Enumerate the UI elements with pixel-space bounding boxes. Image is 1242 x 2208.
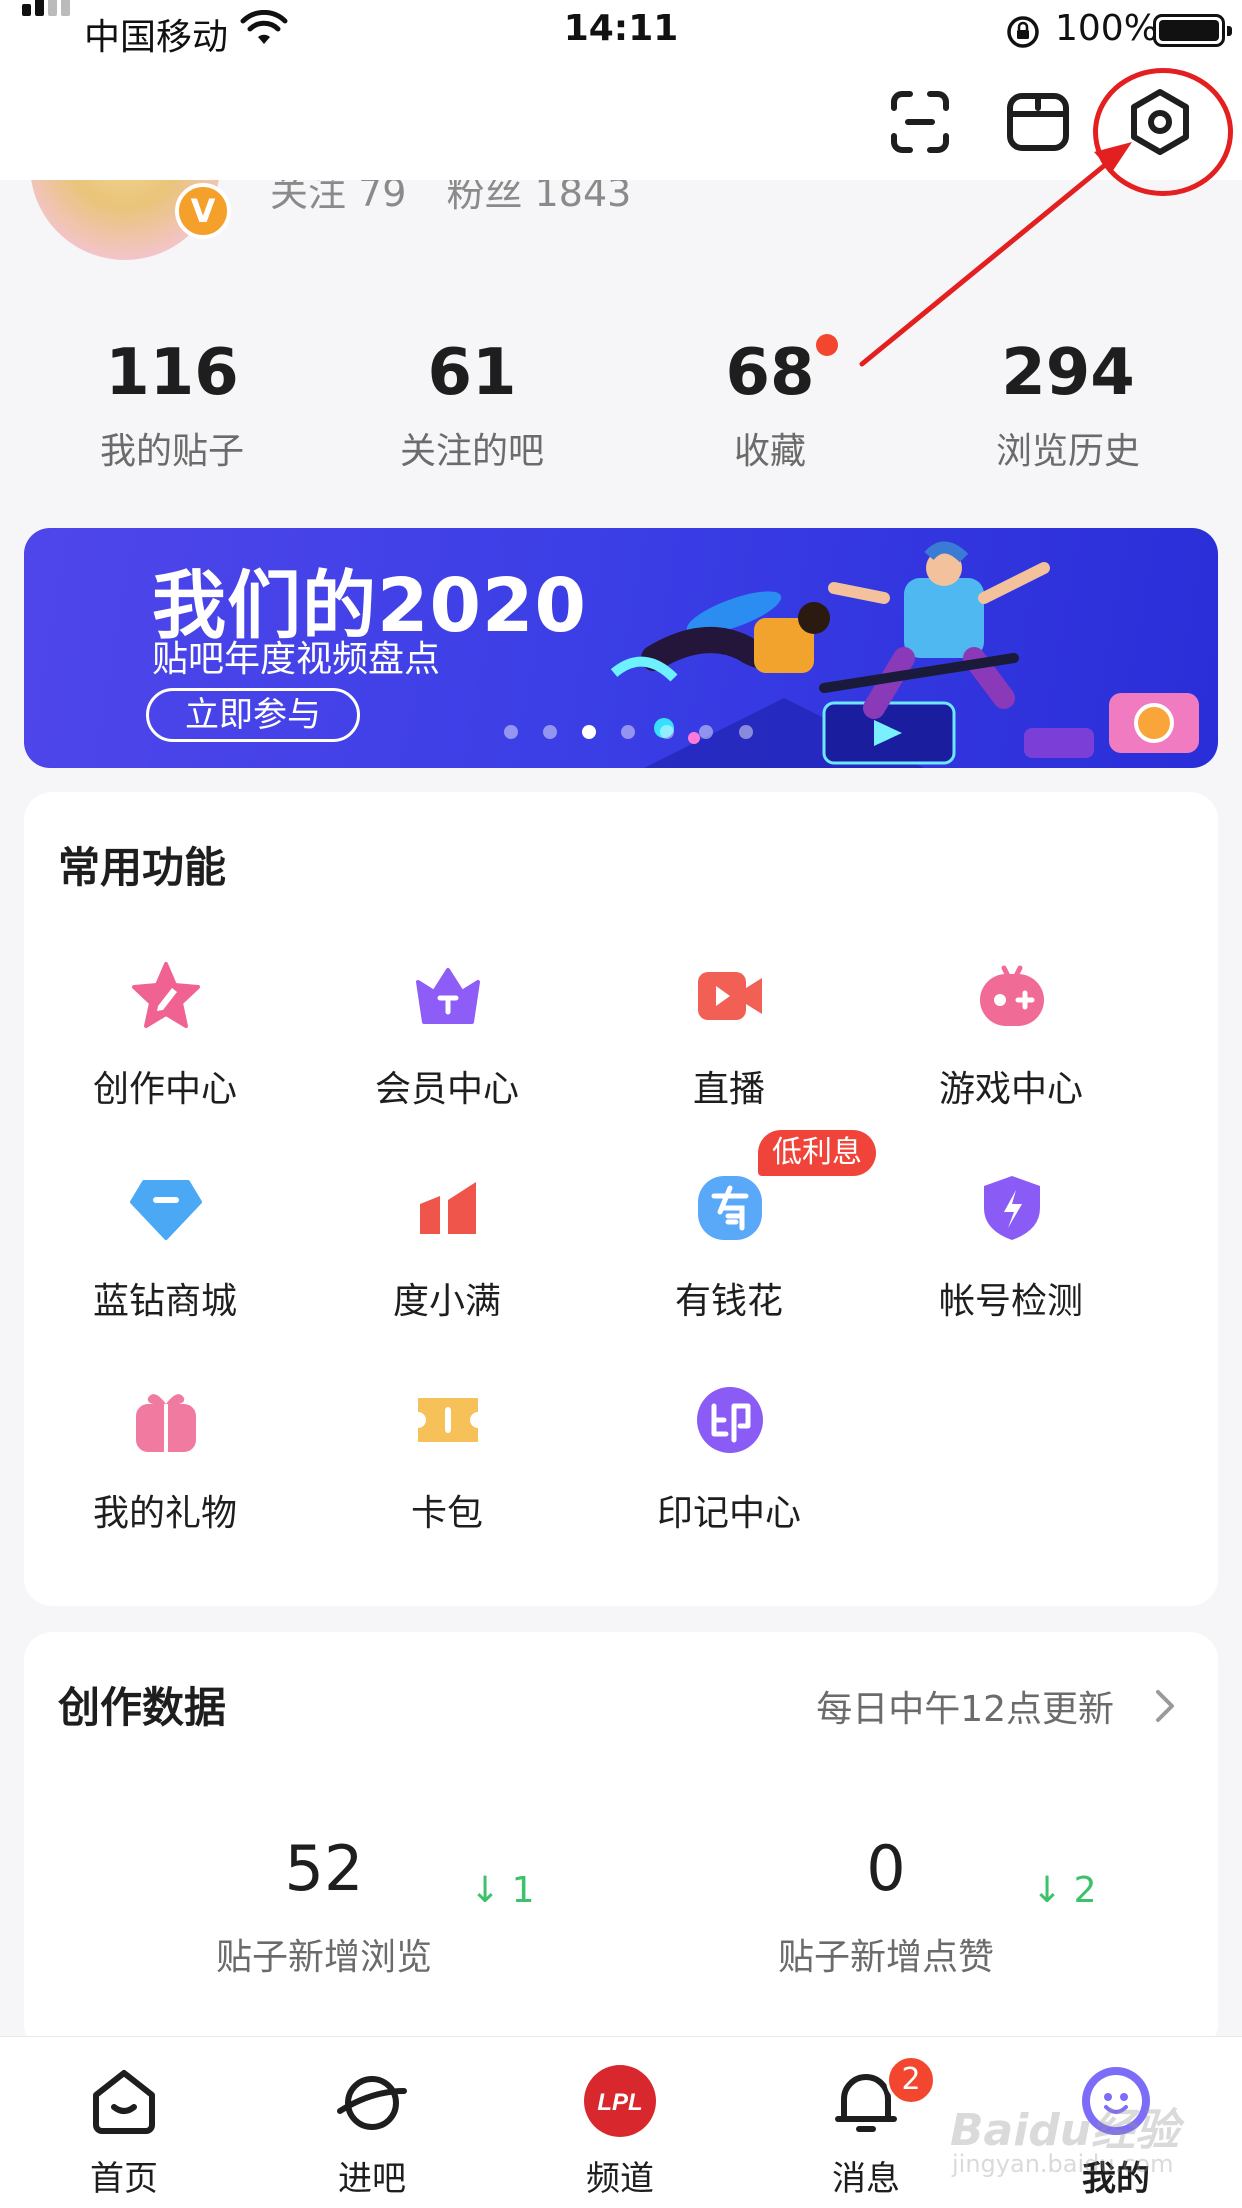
live-camera-icon bbox=[694, 960, 766, 1032]
func-label: 会员中心 bbox=[374, 1069, 519, 1110]
nav-channel[interactable]: LPL 频道 bbox=[540, 2061, 700, 2201]
card-title: 创作数据 bbox=[58, 1683, 227, 1732]
duxiaoman-icon bbox=[412, 1172, 484, 1244]
nav-label: 消息 bbox=[832, 2159, 900, 2199]
data-value: 0 bbox=[866, 1832, 906, 1905]
battery-icon bbox=[1153, 14, 1232, 47]
gamepad-icon bbox=[976, 960, 1048, 1032]
crown-icon bbox=[412, 960, 484, 1032]
data-delta: ↓ 2 bbox=[1032, 1870, 1097, 1911]
chevron-right-icon[interactable] bbox=[1150, 1686, 1180, 1726]
func-seal-center[interactable]: 印记中心 bbox=[588, 1384, 870, 1564]
stat-followed-bars[interactable]: 61 关注的吧 bbox=[322, 330, 622, 474]
new-dot-badge bbox=[816, 334, 838, 356]
carousel-dots bbox=[504, 724, 773, 743]
home-icon bbox=[84, 2061, 164, 2141]
nav-label: 频道 bbox=[586, 2159, 654, 2199]
carousel-dot bbox=[621, 725, 636, 739]
carousel-dot bbox=[504, 725, 518, 739]
carousel-dot bbox=[738, 725, 753, 739]
low-interest-tag: 低利息 bbox=[758, 1130, 876, 1176]
stat-label: 浏览历史 bbox=[995, 431, 1140, 472]
vip-badge: V bbox=[175, 183, 231, 239]
top-header bbox=[0, 62, 1242, 180]
stat-history[interactable]: 294 浏览历史 bbox=[918, 330, 1218, 474]
rotation-lock-icon bbox=[1005, 14, 1041, 54]
func-card-wallet[interactable]: 卡包 bbox=[306, 1384, 588, 1564]
carousel-dot bbox=[699, 725, 714, 739]
watermark-url: jingyan.baidu.com bbox=[952, 2150, 1174, 2178]
shield-lightning-icon bbox=[976, 1172, 1048, 1244]
nav-messages[interactable]: 2 消息 bbox=[786, 2055, 946, 2201]
card-title: 常用功能 bbox=[58, 843, 227, 892]
scan-icon[interactable] bbox=[880, 82, 960, 162]
carousel-dot bbox=[543, 725, 558, 739]
func-live[interactable]: 直播 bbox=[588, 960, 870, 1140]
banner-join-button[interactable]: 立即参与 bbox=[146, 688, 360, 742]
lpl-logo-text: LPL bbox=[597, 2089, 642, 2116]
nav-home[interactable]: 首页 bbox=[44, 2061, 204, 2201]
lpl-channel-icon: LPL bbox=[580, 2061, 660, 2141]
ticket-icon bbox=[412, 1384, 484, 1456]
func-game-center[interactable]: 游戏中心 bbox=[870, 960, 1152, 1140]
planet-icon bbox=[332, 2061, 412, 2141]
func-my-gifts[interactable]: 我的礼物 bbox=[24, 1384, 306, 1564]
stat-my-posts[interactable]: 116 我的贴子 bbox=[22, 330, 322, 474]
banner-subtitle: 贴吧年度视频盘点 bbox=[152, 639, 441, 680]
nav-label: 首页 bbox=[90, 2159, 158, 2199]
stat-value: 68 bbox=[725, 336, 815, 410]
box-icon[interactable] bbox=[998, 82, 1078, 162]
func-label: 印记中心 bbox=[656, 1493, 801, 1534]
profile-page: 中国移动 14:11 100% V 关注 79 粉丝 1843 116 我的贴子… bbox=[0, 0, 1242, 2208]
create-star-icon bbox=[130, 960, 202, 1032]
stat-label: 收藏 bbox=[733, 431, 806, 472]
stat-label: 关注的吧 bbox=[399, 431, 544, 472]
func-label: 蓝钻商城 bbox=[92, 1281, 237, 1322]
seal-icon bbox=[694, 1384, 766, 1456]
common-functions-card: 常用功能 创作中心 会员中心 直播 游戏中心 蓝钻商城 度小满 有钱花 低利息 … bbox=[24, 792, 1218, 1606]
stat-label: 我的贴子 bbox=[99, 431, 244, 472]
func-blue-diamond-mall[interactable]: 蓝钻商城 bbox=[24, 1172, 306, 1352]
data-label: 贴子新增浏览 bbox=[215, 1937, 432, 1978]
func-label: 度小满 bbox=[392, 1281, 501, 1322]
func-label: 帐号检测 bbox=[938, 1281, 1083, 1322]
battery-percent: 100% bbox=[1055, 8, 1158, 49]
carousel-dot-active bbox=[582, 725, 597, 739]
diamond-icon bbox=[130, 1172, 202, 1244]
status-bar: 中国移动 14:11 100% bbox=[0, 0, 1242, 62]
func-label: 我的礼物 bbox=[92, 1493, 237, 1534]
func-youqianhua[interactable]: 有钱花 低利息 bbox=[588, 1130, 876, 1352]
profile-summary: V 关注 79 粉丝 1843 bbox=[0, 100, 1242, 340]
carousel-dot bbox=[660, 725, 675, 739]
func-account-check[interactable]: 帐号检测 bbox=[870, 1172, 1152, 1352]
update-schedule-link[interactable]: 每日中午12点更新 bbox=[816, 1680, 1114, 1732]
stat-value: 61 bbox=[427, 336, 517, 410]
data-label: 贴子新增点赞 bbox=[777, 1937, 994, 1978]
creation-data-card: 创作数据 每日中午12点更新 52 ↓ 1 贴子新增浏览 0 ↓ 2 贴子新增点… bbox=[24, 1632, 1218, 2052]
promo-banner[interactable]: 我们的2020 贴吧年度视频盘点 立即参与 bbox=[24, 528, 1218, 768]
youqianhua-icon bbox=[694, 1172, 766, 1244]
data-delta: ↓ 1 bbox=[470, 1870, 535, 1911]
unread-badge: 2 bbox=[886, 2055, 936, 2105]
gift-icon bbox=[130, 1384, 202, 1456]
stat-value: 294 bbox=[1001, 336, 1135, 410]
data-value: 52 bbox=[284, 1832, 364, 1905]
func-label: 游戏中心 bbox=[938, 1069, 1083, 1110]
annotation-circle bbox=[1093, 68, 1233, 196]
stats-row: 116 我的贴子 61 关注的吧 68 收藏 294 浏览历史 bbox=[0, 330, 1242, 480]
nav-label: 进吧 bbox=[338, 2159, 406, 2199]
func-duxiaoman[interactable]: 度小满 bbox=[306, 1172, 588, 1352]
func-member-center[interactable]: 会员中心 bbox=[306, 960, 588, 1140]
func-label: 创作中心 bbox=[92, 1069, 237, 1110]
func-label: 直播 bbox=[692, 1069, 765, 1110]
func-label: 卡包 bbox=[410, 1493, 483, 1534]
stat-value: 116 bbox=[105, 336, 239, 410]
stat-favorites[interactable]: 68 收藏 bbox=[620, 330, 920, 474]
watermark-text: Baidu经验 bbox=[950, 2105, 1180, 2156]
nav-enter-bar[interactable]: 进吧 bbox=[292, 2061, 452, 2201]
func-label: 有钱花 bbox=[674, 1281, 783, 1322]
func-create-center[interactable]: 创作中心 bbox=[24, 960, 306, 1140]
